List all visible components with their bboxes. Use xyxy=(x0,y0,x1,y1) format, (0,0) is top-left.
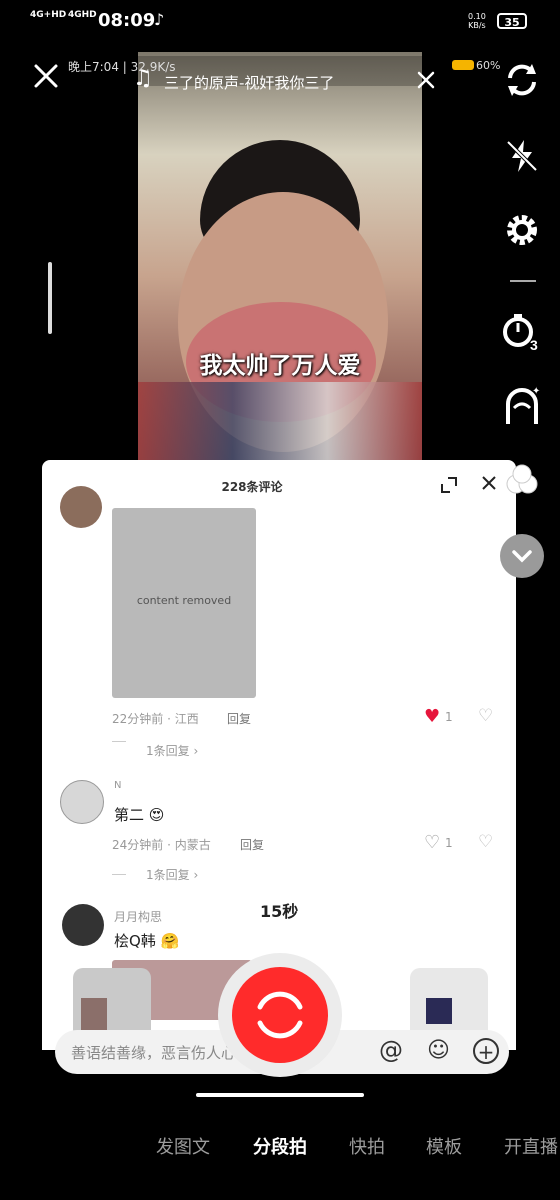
close-icon xyxy=(34,64,58,88)
record-button-inner[interactable] xyxy=(232,967,328,1063)
like-count: 1 xyxy=(445,710,453,724)
slider-handle[interactable] xyxy=(48,262,52,334)
record-icon xyxy=(257,991,303,1039)
shirt-shape xyxy=(138,382,422,462)
divider xyxy=(112,874,126,875)
network-indicator-2: 4GHD xyxy=(68,10,97,20)
avatar[interactable] xyxy=(60,780,104,824)
comment-username[interactable]: 月月构思 xyxy=(114,908,162,925)
beauty-button[interactable]: ✦ xyxy=(500,384,544,428)
duration-label[interactable]: 15秒 xyxy=(260,898,298,922)
view-replies-link[interactable]: 1条回复 › xyxy=(146,742,198,759)
dislike-icon[interactable]: ♡ xyxy=(478,706,493,726)
network-indicator: 4G+HD xyxy=(30,10,67,20)
nav-item-go-live[interactable]: 开直播 xyxy=(504,1133,558,1159)
nav-item-segment-shoot[interactable]: 分段拍 xyxy=(253,1133,307,1159)
collapse-button[interactable] xyxy=(500,534,544,578)
thumb-image xyxy=(81,998,107,1032)
timer-icon: 3 xyxy=(503,314,538,353)
close-icon xyxy=(482,476,496,490)
view-replies-link[interactable]: 1条回复 › xyxy=(146,866,198,883)
comment-text: 桧Q韩 🤗 xyxy=(114,932,180,950)
mention-icon[interactable]: @ xyxy=(379,1036,403,1064)
divider xyxy=(112,741,126,742)
music-title[interactable]: 三了的原声-视奸我你三了 xyxy=(164,72,334,93)
like-count: 1 xyxy=(445,836,453,850)
comment-text: 第二 😍 xyxy=(114,806,165,824)
battery-icon xyxy=(452,60,474,70)
close-button[interactable] xyxy=(28,58,64,94)
comment-input[interactable]: 善语结善缘，恶言伤人心 xyxy=(71,1042,236,1063)
flip-camera-button[interactable] xyxy=(500,58,544,102)
heart-icon[interactable]: ♥ xyxy=(424,706,440,727)
emoji-button-icon[interactable]: ☺ xyxy=(427,1038,450,1063)
bottom-nav: 发图文 分段拍 快拍 模板 开直播 xyxy=(0,1085,560,1200)
avatar[interactable] xyxy=(62,904,104,946)
video-caption: 我太帅了万人爱 xyxy=(199,353,361,379)
gear-icon xyxy=(507,215,537,245)
beauty-icon: ✦ xyxy=(506,386,540,424)
close-icon xyxy=(417,71,435,89)
comment-image-placeholder: content removed xyxy=(112,508,256,698)
comment-meta: 22分钟前 · 江西 xyxy=(112,712,199,726)
tiktok-icon: ♪ xyxy=(154,10,165,29)
flip-camera-icon xyxy=(508,64,536,96)
settings-button[interactable] xyxy=(502,210,542,250)
expand-icon xyxy=(441,477,457,493)
emoji-icon: 🤗 xyxy=(160,932,180,950)
comment-username[interactable]: N xyxy=(114,780,121,791)
comment-count-title: 228条评论 xyxy=(221,480,283,494)
flash-off-icon xyxy=(506,140,538,172)
close-comments-button[interactable] xyxy=(480,474,498,496)
avatar[interactable] xyxy=(60,486,102,528)
add-icon[interactable]: + xyxy=(473,1038,499,1064)
svg-text:✦: ✦ xyxy=(532,386,540,397)
loading-icon xyxy=(500,462,544,506)
overlay-info: 晚上7:04 | 32.9K/s xyxy=(68,60,176,74)
overlay-battery: 60% xyxy=(476,59,501,72)
flash-button[interactable] xyxy=(502,136,542,176)
nav-item-quick-shoot[interactable]: 快拍 xyxy=(349,1133,385,1159)
svg-text:3: 3 xyxy=(530,337,538,353)
remove-music-button[interactable] xyxy=(414,68,438,92)
status-bar: 4G+HD 4GHD 08:09 ♪ 0.10 KB/s 35 xyxy=(0,0,560,44)
divider xyxy=(510,280,536,282)
status-time: 08:09 xyxy=(98,10,156,31)
battery-indicator: 35 xyxy=(497,13,527,29)
comment-meta: 24分钟前 · 内蒙古 xyxy=(112,838,211,852)
reply-link[interactable]: 回复 xyxy=(227,710,251,727)
dislike-icon[interactable]: ♡ xyxy=(478,832,493,852)
nav-indicator xyxy=(196,1093,364,1097)
nav-item-templates[interactable]: 模板 xyxy=(426,1133,462,1159)
thumb-image xyxy=(426,998,452,1024)
expand-button[interactable] xyxy=(440,476,458,498)
music-note-icon: ♫ xyxy=(133,66,153,91)
timer-button[interactable]: 3 xyxy=(500,310,544,354)
reply-link[interactable]: 回复 xyxy=(240,836,264,853)
camera-preview: 我太帅了万人爱 xyxy=(138,52,422,462)
heart-icon[interactable]: ♡ xyxy=(424,832,440,853)
emoji-icon: 😍 xyxy=(148,806,165,824)
placeholder-note: content removed xyxy=(136,594,232,607)
chevron-down-icon xyxy=(512,550,532,563)
nav-item-post-image[interactable]: 发图文 xyxy=(156,1133,210,1159)
network-speed: 0.10 KB/s xyxy=(468,12,486,30)
